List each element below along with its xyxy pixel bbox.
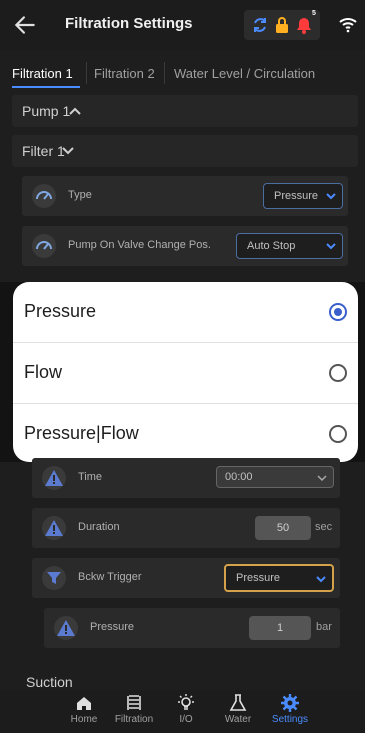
warning-icon xyxy=(42,516,66,540)
nav-water[interactable]: Water xyxy=(208,693,268,733)
time-select[interactable]: 00:00 xyxy=(216,466,334,488)
radio-selected[interactable] xyxy=(329,303,347,321)
bckw-trigger-select[interactable]: Pressure xyxy=(224,564,334,592)
nav-io[interactable]: I/O xyxy=(156,693,216,733)
bulb-icon xyxy=(178,694,194,710)
option-pressure-flow[interactable]: Pressure|Flow xyxy=(13,404,358,464)
pressure-row: Pressure 1 bar xyxy=(44,608,340,648)
nav-label: Settings xyxy=(271,714,309,725)
bckw-trigger-row: Bckw Trigger Pressure xyxy=(32,558,340,598)
section-pump-1[interactable]: Pump 1 xyxy=(12,95,358,127)
option-picker-dialog: Pressure Flow Pressure|Flow xyxy=(13,282,358,462)
duration-input[interactable]: 50 xyxy=(255,516,311,540)
warning-icon xyxy=(54,616,78,640)
pressure-unit: bar xyxy=(316,621,332,633)
section-label: Filter 1 xyxy=(22,143,65,159)
chevron-down-icon xyxy=(62,147,74,155)
time-row: Time 00:00 xyxy=(32,458,340,498)
duration-unit: sec xyxy=(315,521,333,533)
wifi-icon xyxy=(339,18,357,33)
nav-label: Water xyxy=(224,714,252,725)
nav-settings[interactable]: Settings xyxy=(260,693,320,733)
section-filter-1[interactable]: Filter 1 xyxy=(12,135,358,167)
type-row: Type Pressure xyxy=(22,176,348,216)
tab-divider xyxy=(86,62,87,84)
filter-funnel-icon xyxy=(42,566,66,590)
duration-label: Duration xyxy=(78,521,120,533)
option-flow[interactable]: Flow xyxy=(13,343,358,403)
time-label: Time xyxy=(78,471,103,483)
option-label: Pressure xyxy=(24,301,97,321)
pressure-input[interactable]: 1 xyxy=(249,616,311,640)
chevron-up-icon xyxy=(69,107,81,115)
bckw-trigger-label: Bckw Trigger xyxy=(78,571,142,583)
option-label: Flow xyxy=(24,362,63,382)
notification-badge: 5 xyxy=(312,10,316,17)
bckw-trigger-select-value: Pressure xyxy=(236,572,281,584)
duration-row: Duration 50 sec xyxy=(32,508,340,548)
tab-filtration-1[interactable]: Filtration 1 xyxy=(12,66,73,81)
chevron-down-icon xyxy=(316,576,326,583)
sync-icon[interactable] xyxy=(250,15,270,35)
option-pressure[interactable]: Pressure xyxy=(13,282,358,342)
flask-icon xyxy=(229,694,247,711)
section-label: Pump 1 xyxy=(22,103,71,119)
tab-filtration-2[interactable]: Filtration 2 xyxy=(94,66,155,81)
radio-unselected[interactable] xyxy=(329,425,347,443)
option-label: Pressure|Flow xyxy=(24,423,139,443)
active-tab-indicator xyxy=(12,86,80,88)
home-icon xyxy=(77,697,91,710)
page-title: Filtration Settings xyxy=(65,15,193,32)
type-label: Type xyxy=(68,189,92,201)
chevron-down-icon xyxy=(326,243,336,250)
nav-filtration[interactable]: Filtration xyxy=(104,693,164,733)
tab-water-level-circulation[interactable]: Water Level / Circulation xyxy=(174,66,315,81)
filtration-icon xyxy=(127,695,141,710)
alarm-bell-icon[interactable] xyxy=(294,15,314,35)
gauge-icon xyxy=(32,234,56,258)
pump-on-valve-label: Pump On Valve Change Pos. xyxy=(68,239,211,251)
nav-label: I/O xyxy=(179,714,193,725)
tab-divider xyxy=(164,62,165,84)
gauge-icon xyxy=(32,184,56,208)
lock-icon[interactable] xyxy=(272,15,292,35)
pump-on-valve-select[interactable]: Auto Stop xyxy=(236,233,343,259)
type-select[interactable]: Pressure xyxy=(263,183,343,209)
chevron-down-icon xyxy=(317,475,327,482)
warning-icon xyxy=(42,466,66,490)
nav-label: Filtration xyxy=(114,714,154,725)
section-suction[interactable]: Suction xyxy=(26,674,73,690)
pump-on-valve-select-value: Auto Stop xyxy=(247,240,296,252)
gear-icon xyxy=(281,694,299,712)
radio-unselected[interactable] xyxy=(329,364,347,382)
type-select-value: Pressure xyxy=(274,190,319,202)
pump-on-valve-change-row: Pump On Valve Change Pos. Auto Stop xyxy=(22,226,348,266)
time-select-value: 00:00 xyxy=(225,471,253,483)
chevron-down-icon xyxy=(326,193,336,200)
pressure-label: Pressure xyxy=(90,621,135,633)
back-arrow-icon[interactable] xyxy=(12,12,38,38)
